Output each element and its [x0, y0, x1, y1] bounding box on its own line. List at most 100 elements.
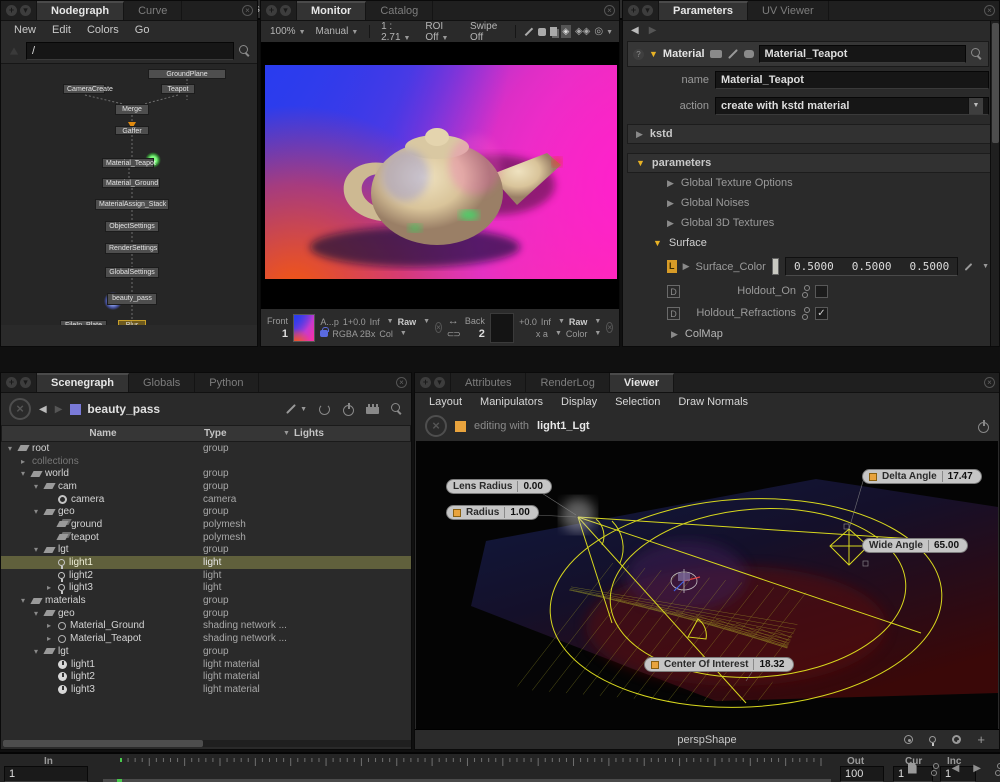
horizontal-scrollbar[interactable]: [3, 740, 411, 747]
kstd-group[interactable]: ▶kstd: [627, 124, 995, 144]
in-frame-input[interactable]: [4, 766, 88, 782]
scenegraph-row-geo[interactable]: ▾geogroup: [1, 607, 411, 620]
nodegraph-menu-go[interactable]: Go: [128, 23, 157, 37]
scenegraph-columns[interactable]: Name Type ▼Lights: [1, 425, 411, 442]
panel-menu-icon[interactable]: ▾: [20, 377, 31, 388]
node-merge[interactable]: Merge: [115, 104, 149, 115]
scenegraph-row-root[interactable]: ▾rootgroup: [1, 442, 411, 455]
clear-manipulator-icon[interactable]: ×: [425, 415, 447, 437]
nodegraph-menu-new[interactable]: New: [7, 23, 43, 37]
action-dropdown[interactable]: create with kstd material ▼: [715, 97, 989, 115]
tab-curve[interactable]: Curve: [124, 1, 182, 20]
viewer-menu-draw-normals[interactable]: Draw Normals: [670, 395, 756, 409]
swap-buffers-icon[interactable]: ↔: [448, 315, 459, 327]
pen-icon[interactable]: ▼: [285, 406, 307, 413]
step-back-icon[interactable]: ◀: [952, 763, 960, 774]
search-icon[interactable]: [391, 403, 403, 415]
front-thumbnail[interactable]: [293, 314, 315, 342]
front-channels[interactable]: RGBA 2Bx: [332, 329, 375, 339]
state-badge[interactable]: D: [667, 307, 680, 320]
back-gamma[interactable]: Inf: [541, 317, 551, 327]
help-icon[interactable]: ?: [633, 49, 644, 60]
close-icon[interactable]: ×: [984, 5, 995, 16]
node-filein_plate[interactable]: FileIn_Plate: [60, 320, 107, 325]
render-image[interactable]: [265, 65, 617, 279]
node-search-input[interactable]: [26, 42, 234, 60]
scenegraph-row-light3[interactable]: ▸light3light: [1, 582, 411, 595]
compare-icon[interactable]: ◈◈: [575, 26, 590, 37]
history-back-icon[interactable]: ◀: [39, 404, 47, 415]
viewer-viewport[interactable]: Lens Radius0.00Radius1.00Delta Angle17.4…: [416, 441, 998, 729]
step-forward-icon[interactable]: ▶: [973, 763, 981, 774]
zoom-select[interactable]: 100%▼: [267, 26, 309, 37]
scenegraph-row-lgt[interactable]: ▾lgtgroup: [1, 645, 411, 658]
update-mode-select[interactable]: Manual▼: [313, 26, 362, 37]
add-tab-icon[interactable]: +: [266, 5, 277, 16]
target-icon[interactable]: ◎▼: [594, 26, 613, 37]
scenegraph-row-lgt[interactable]: ▾lgtgroup: [1, 544, 411, 557]
color-swatch[interactable]: [772, 258, 779, 275]
wrench-icon[interactable]: [728, 49, 738, 59]
tab-nodegraph[interactable]: Nodegraph: [37, 1, 124, 20]
close-icon[interactable]: ×: [242, 5, 253, 16]
tab-uv-viewer[interactable]: UV Viewer: [748, 1, 829, 20]
checkbox-holdout_on[interactable]: [815, 285, 828, 298]
scenegraph-row-light3[interactable]: light3light material: [1, 683, 411, 696]
viewer-menu-selection[interactable]: Selection: [607, 395, 668, 409]
name-input[interactable]: [715, 71, 989, 89]
front-colorspace[interactable]: Col: [379, 329, 393, 339]
color-values[interactable]: 0.50000.50000.5000: [785, 257, 958, 276]
back-colorspace[interactable]: Color: [566, 329, 588, 339]
front-gamma[interactable]: Inf: [370, 317, 380, 327]
viewer-menu-display[interactable]: Display: [553, 395, 605, 409]
param-group-global-texture-options[interactable]: ▶Global Texture Options: [623, 173, 999, 193]
add-tab-icon[interactable]: +: [628, 5, 639, 16]
autokey-icon[interactable]: [995, 762, 1000, 774]
pixel-probe-icon[interactable]: [525, 27, 533, 35]
center-icon[interactable]: [952, 735, 961, 744]
scenegraph-row-world[interactable]: ▾worldgroup: [1, 467, 411, 480]
node-materialassign_stack[interactable]: MaterialAssign_Stack: [95, 199, 169, 210]
panel-menu-icon[interactable]: ▾: [642, 5, 653, 16]
scenegraph-row-light2[interactable]: light2light material: [1, 670, 411, 683]
viewer-menu-manipulators[interactable]: Manipulators: [472, 395, 551, 409]
light-icon[interactable]: [929, 736, 936, 743]
param-row-holdout_on[interactable]: DHoldout_On: [623, 280, 999, 302]
copy-frame-icon[interactable]: [908, 763, 917, 774]
history-back-icon[interactable]: ◀: [631, 25, 639, 36]
state-badge[interactable]: D: [667, 285, 680, 298]
node-groundplane[interactable]: GroundPlane: [148, 69, 226, 79]
tab-renderlog[interactable]: RenderLog: [526, 373, 609, 392]
manipulator-label-center-of-interest[interactable]: Center Of Interest18.32: [644, 657, 794, 672]
param-row-holdout_refractions[interactable]: DHoldout_Refractions✓: [623, 302, 999, 324]
node-gaffer[interactable]: Gaffer: [115, 126, 149, 135]
working-node-chip[interactable]: beauty_pass: [70, 402, 160, 416]
param-group-noise[interactable]: ▶Noise: [623, 344, 999, 346]
tab-viewer[interactable]: Viewer: [610, 373, 674, 392]
tab-catalog[interactable]: Catalog: [366, 1, 433, 20]
node-cameracreate[interactable]: CameraCreate: [63, 84, 105, 94]
close-icon[interactable]: ×: [604, 5, 615, 16]
tab-scenegraph[interactable]: Scenegraph: [37, 373, 129, 392]
nodegraph-canvas[interactable]: GroundPlaneCameraCreateTeapotMergeGaffer…: [1, 63, 257, 325]
surface-group[interactable]: ▼Surface: [623, 233, 999, 253]
comment-icon[interactable]: [538, 28, 546, 36]
scenegraph-row-light1[interactable]: light1light material: [1, 658, 411, 671]
front-exposure[interactable]: 1+0.0: [343, 317, 366, 327]
tab-parameters[interactable]: Parameters: [659, 1, 748, 20]
comment-icon[interactable]: [744, 50, 754, 58]
param-group-global-noises[interactable]: ▶Global Noises: [623, 193, 999, 213]
node-material_teapot[interactable]: Material_Teapot: [102, 158, 154, 168]
parameters-group[interactable]: ▼parameters: [627, 153, 995, 173]
refresh-icon[interactable]: [319, 404, 330, 415]
clear-working-node-icon[interactable]: ×: [9, 398, 31, 420]
keyframe-icon[interactable]: [931, 762, 938, 774]
node-material_ground[interactable]: Material_Ground: [102, 178, 160, 188]
viewer-menu-layout[interactable]: Layout: [421, 395, 470, 409]
state-badge[interactable]: L: [667, 260, 677, 273]
layers-icon[interactable]: [550, 27, 557, 36]
power-icon[interactable]: [977, 420, 989, 432]
param-row-surface_color[interactable]: L▶Surface_Color0.50000.50000.5000▼: [623, 253, 999, 280]
scenegraph-row-light2[interactable]: light2light: [1, 569, 411, 582]
panel-menu-icon[interactable]: ▾: [280, 5, 291, 16]
